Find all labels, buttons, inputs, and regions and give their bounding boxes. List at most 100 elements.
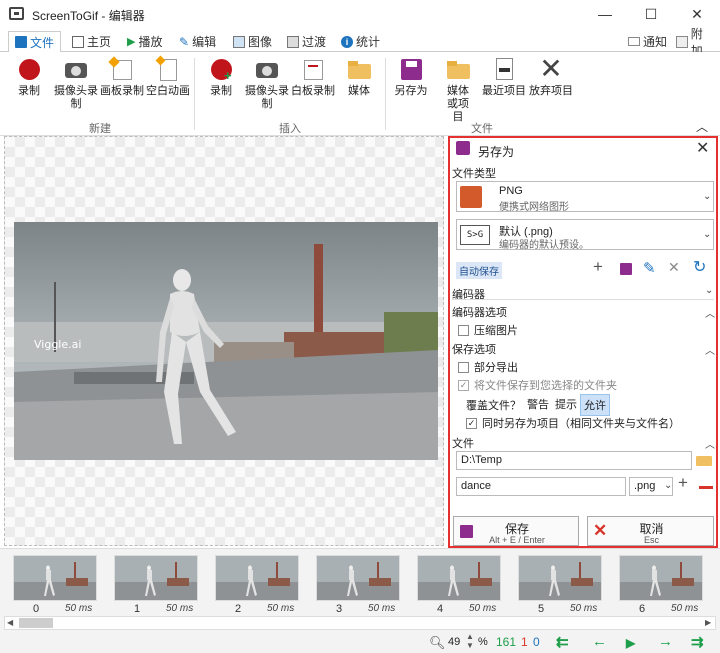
remove-icon[interactable] — [699, 486, 713, 489]
partial-export-checkbox[interactable]: 部分导出 — [458, 359, 518, 375]
save-options-section-label[interactable]: 保存选项 — [452, 341, 496, 357]
file-section-label[interactable]: 文件 — [452, 435, 474, 451]
filename-input[interactable]: dance — [456, 477, 626, 496]
cancel-button[interactable]: ✕ 取消 Esc — [587, 516, 714, 546]
save-as-button[interactable]: 另存为 — [388, 56, 434, 98]
load-media-project-button[interactable]: 媒体或项目 — [435, 56, 481, 124]
tab-edit[interactable]: ✎ 编辑 — [173, 31, 222, 52]
new-blank-button[interactable]: 空白动画 — [145, 55, 191, 98]
chevron-up-icon[interactable]: ︿ — [705, 305, 715, 320]
new-board-button[interactable]: 画板录制 — [99, 56, 145, 98]
save-preset-icon[interactable] — [620, 263, 632, 275]
frame-thumbnail[interactable] — [13, 555, 97, 601]
next-frame-icon[interactable]: → — [658, 633, 673, 650]
home-icon — [72, 35, 84, 48]
checkbox-label: 压缩图片 — [474, 325, 518, 337]
frame-thumbnail[interactable] — [417, 555, 501, 601]
scroll-left-icon[interactable]: ◀ — [7, 618, 13, 627]
preset-desc: 编码器的默认预设。 — [499, 240, 589, 251]
recent-projects-button[interactable]: 最近项目 — [481, 56, 527, 98]
reset-preset-icon[interactable]: ↻ — [693, 257, 706, 277]
cancel-shortcut: Esc — [643, 535, 659, 545]
save-icon — [15, 36, 27, 48]
notifications-button[interactable]: 通知 — [622, 31, 673, 52]
discard-project-button[interactable]: ✕ 放弃项目 — [528, 53, 574, 98]
overwrite-warn-option[interactable]: 警告 — [524, 394, 552, 414]
insert-board-button[interactable]: 白板录制 — [290, 56, 336, 98]
discard-x-icon: ✕ — [539, 53, 563, 84]
new-webcam-button[interactable]: 摄像头录制 — [53, 56, 99, 111]
edit-preset-icon[interactable]: ✎ — [643, 259, 656, 277]
file-type-name: PNG — [499, 185, 523, 197]
tab-label: 图像 — [248, 35, 273, 49]
save-icon — [398, 56, 424, 82]
scrollbar-thumb[interactable] — [19, 618, 53, 628]
zoom-stepper[interactable]: ▲ ▼ — [466, 632, 474, 650]
tab-label: 文件 — [30, 35, 55, 50]
tab-statistics[interactable]: i 统计 — [335, 31, 386, 52]
add-icon[interactable]: + — [678, 473, 688, 493]
play-icon[interactable]: ▶ — [626, 636, 635, 650]
save-shortcut: Alt + E / Enter — [489, 535, 545, 545]
new-record-button[interactable]: 录制 — [6, 56, 52, 98]
collapse-ribbon-chevron-icon[interactable]: ︿ — [696, 118, 708, 135]
frame-thumbnail-image — [216, 556, 298, 600]
save-to-folder-checkbox[interactable]: ✓ 将文件保存到您选择的文件夹 — [458, 377, 617, 393]
insert-media-button[interactable]: 媒体 — [336, 56, 382, 98]
save-as-project-checkbox[interactable]: ✓ 同时另存为项目（相同文件夹与文件名） — [466, 415, 680, 431]
checkbox-box[interactable]: ✓ — [458, 379, 469, 391]
browse-folder-icon[interactable] — [696, 456, 712, 466]
chevron-up-icon[interactable]: ︿ — [705, 342, 715, 357]
frame-thumbnail-image — [519, 556, 601, 600]
overwrite-allow-option[interactable]: 允许 — [580, 394, 610, 416]
tab-transition[interactable]: 过渡 — [281, 31, 332, 52]
add-preset-icon[interactable]: + — [593, 257, 603, 277]
insert-record-button[interactable]: + 录制 — [198, 56, 244, 98]
tab-play[interactable]: ▶ 播放 — [121, 31, 168, 52]
preset-dropdown[interactable]: S>G 默认 (.png) 编码器的默认预设。 ⌄ — [456, 219, 714, 251]
first-frame-icon[interactable]: ⇇ — [556, 633, 569, 651]
save-button[interactable]: 保存 Alt + E / Enter — [453, 516, 579, 546]
previous-frame-icon[interactable]: ← — [592, 633, 607, 650]
checkbox-box[interactable] — [458, 361, 469, 373]
extras-button[interactable]: 附加 — [670, 27, 720, 58]
chevron-up-icon[interactable]: ︿ — [705, 436, 715, 451]
frame-thumbnail[interactable] — [619, 555, 703, 601]
minimize-button[interactable]: — — [582, 0, 628, 28]
tab-home[interactable]: 主页 — [66, 31, 117, 52]
notification-icon — [628, 37, 640, 46]
tab-image[interactable]: 图像 — [227, 31, 278, 52]
last-frame-icon[interactable]: ⇉ — [691, 633, 704, 651]
encoder-preset-icon: S>G — [460, 225, 490, 245]
scroll-right-icon[interactable]: ▶ — [705, 618, 711, 627]
checkbox-box[interactable]: ✓ — [466, 417, 477, 429]
horizontal-scrollbar[interactable]: ◀ ▶ — [4, 616, 716, 630]
checkbox-box[interactable] — [458, 324, 469, 336]
insert-webcam-button[interactable]: 摄像头录制 — [244, 56, 290, 111]
frame-delay: 50 ms — [65, 603, 93, 614]
tab-file[interactable]: 文件 — [8, 31, 62, 53]
autosave-badge[interactable]: 自动保存 — [456, 262, 502, 279]
delete-preset-icon[interactable]: ✕ — [668, 259, 680, 276]
maximize-button[interactable]: ☐ — [628, 0, 674, 28]
zoom-value[interactable]: 49 — [448, 636, 460, 648]
record-icon: + — [208, 56, 234, 82]
chevron-down-icon[interactable]: ⌄ — [705, 285, 713, 296]
extension-select[interactable]: .png ⌄ — [629, 477, 673, 496]
frame-thumbnail[interactable] — [316, 555, 400, 601]
frame-thumbnail[interactable] — [518, 555, 602, 601]
frame-thumbnail[interactable] — [215, 555, 299, 601]
tab-label: 统计 — [356, 35, 381, 49]
close-panel-button[interactable]: ✕ — [696, 138, 709, 158]
recent-project-icon — [491, 56, 517, 82]
current-frame-index: 0 — [533, 635, 540, 649]
compress-checkbox[interactable]: 压缩图片 — [458, 322, 518, 338]
file-type-dropdown[interactable]: PNG 便携式网络图形 ⌄ — [456, 181, 714, 213]
frame-thumbnail[interactable] — [114, 555, 198, 601]
folder-path-input[interactable]: D:\Temp — [456, 451, 692, 470]
ribbon-separator — [385, 58, 386, 130]
overwrite-prompt-option[interactable]: 提示 — [552, 394, 580, 414]
image-icon — [233, 35, 245, 48]
encoder-options-section-label[interactable]: 编码器选项 — [452, 304, 507, 320]
save-as-panel: 另存为 ✕ 文件类型 PNG 便携式网络图形 ⌄ S>G 默认 (.png) 编… — [448, 136, 718, 548]
